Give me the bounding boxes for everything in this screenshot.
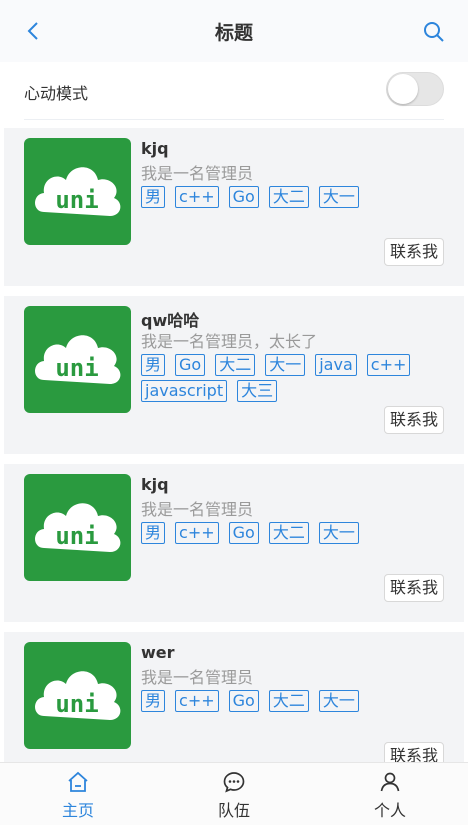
tag: c++ bbox=[175, 522, 219, 544]
tab-team[interactable]: 队伍 bbox=[156, 763, 312, 825]
uni-logo-icon: uni bbox=[24, 474, 131, 581]
contact-button[interactable]: 联系我 bbox=[383, 406, 444, 434]
person-icon bbox=[380, 772, 400, 792]
tag: c++ bbox=[175, 186, 219, 208]
tab-home[interactable]: 主页 bbox=[0, 763, 156, 825]
toggle-knob bbox=[388, 74, 418, 104]
chat-icon bbox=[223, 772, 245, 793]
tag: 男 bbox=[141, 522, 166, 544]
tag: 大一 bbox=[318, 186, 359, 208]
bottom-tab-bar: 主页 队伍 个人 bbox=[0, 762, 468, 825]
uni-logo-icon: uni bbox=[24, 306, 131, 413]
tag-list: 男 c++ Go 大二 大一 bbox=[141, 522, 441, 548]
svg-text:uni: uni bbox=[55, 354, 98, 382]
tab-label: 主页 bbox=[61, 801, 94, 820]
header-bar: 标题 bbox=[0, 0, 468, 63]
tag: 男 bbox=[141, 690, 166, 712]
card-desc: 我是一名管理员，太长了 bbox=[141, 332, 318, 351]
tag: Go bbox=[228, 690, 259, 712]
search-icon[interactable] bbox=[422, 20, 446, 44]
tag: java bbox=[315, 354, 357, 376]
tag-list: 男 c++ Go 大二 大一 bbox=[141, 186, 441, 212]
tag: c++ bbox=[175, 690, 219, 712]
user-card[interactable]: uni qw哈哈 我是一名管理员，太长了 男 Go 大二 大一 java c++… bbox=[4, 296, 464, 454]
tab-personal[interactable]: 个人 bbox=[312, 763, 468, 825]
card-desc: 我是一名管理员 bbox=[141, 500, 254, 519]
user-card[interactable]: uni kjq 我是一名管理员 男 c++ Go 大二 大一 联系我 bbox=[4, 464, 464, 622]
home-icon bbox=[68, 771, 88, 792]
user-card[interactable]: uni kjq 我是一名管理员 男 c++ Go 大二 大一 联系我 bbox=[4, 128, 464, 286]
tag: c++ bbox=[366, 354, 411, 376]
contact-button[interactable]: 联系我 bbox=[383, 574, 444, 602]
contact-button[interactable]: 联系我 bbox=[383, 238, 444, 266]
tag: 大一 bbox=[318, 690, 359, 712]
tag: 大二 bbox=[268, 690, 309, 712]
svg-text:uni: uni bbox=[55, 186, 98, 214]
card-name: kjq bbox=[141, 139, 169, 158]
tag: 男 bbox=[141, 186, 166, 208]
card-desc: 我是一名管理员 bbox=[141, 164, 254, 183]
heart-mode-label: 心动模式 bbox=[24, 84, 89, 103]
tag: 大二 bbox=[268, 522, 309, 544]
tab-label: 个人 bbox=[373, 801, 406, 820]
tag: Go bbox=[228, 522, 259, 544]
card-name: wer bbox=[141, 643, 175, 662]
card-desc: 我是一名管理员 bbox=[141, 668, 254, 687]
tag-list: 男 Go 大二 大一 java c++ javascript 大三 bbox=[141, 354, 441, 406]
tag-list: 男 c++ Go 大二 大一 bbox=[141, 690, 441, 716]
svg-text:uni: uni bbox=[55, 522, 98, 550]
tag: javascript bbox=[141, 380, 228, 402]
tag: 大三 bbox=[237, 380, 278, 402]
divider bbox=[24, 119, 444, 120]
back-arrow-icon[interactable] bbox=[22, 20, 44, 42]
svg-text:uni: uni bbox=[55, 690, 98, 718]
page-title: 标题 bbox=[214, 21, 253, 44]
tag: 大一 bbox=[265, 354, 306, 376]
tag: 大二 bbox=[268, 186, 309, 208]
tag: Go bbox=[175, 354, 206, 376]
tag: 男 bbox=[141, 354, 166, 376]
uni-logo-icon: uni bbox=[24, 642, 131, 749]
card-name: kjq bbox=[141, 475, 169, 494]
uni-logo-icon: uni bbox=[24, 138, 131, 245]
tag: 大一 bbox=[318, 522, 359, 544]
tag: Go bbox=[228, 186, 259, 208]
tab-label: 队伍 bbox=[217, 801, 250, 820]
heart-mode-toggle[interactable] bbox=[386, 72, 444, 106]
tag: 大二 bbox=[215, 354, 256, 376]
